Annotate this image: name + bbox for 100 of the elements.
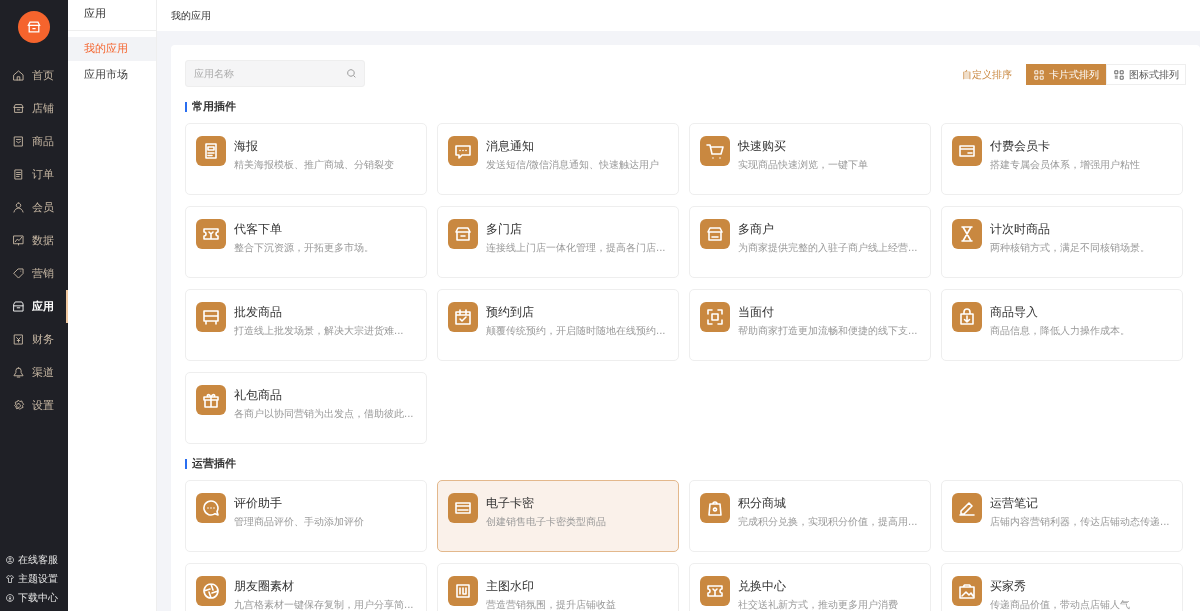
card-description: 店铺内容营销利器，传达店铺动态传递... bbox=[990, 515, 1171, 529]
card-title: 消息通知 bbox=[486, 138, 535, 155]
footer-link[interactable]: 下载中心 bbox=[5, 591, 68, 605]
plugin-card[interactable]: 电子卡密 创建销售电子卡密类型商品 bbox=[437, 480, 679, 552]
nav-item[interactable]: 财务 bbox=[0, 323, 68, 356]
photo-icon bbox=[952, 576, 982, 606]
download-icon bbox=[5, 593, 15, 603]
bag-icon bbox=[700, 493, 730, 523]
plugin-card[interactable]: 预约到店 颠覆传统预约，开启随时随地在线预约... bbox=[437, 289, 679, 361]
nav-item[interactable]: 渠道 bbox=[0, 356, 68, 389]
plugin-card[interactable]: 运营笔记 店铺内容营销利器，传达店铺动态传递... bbox=[941, 480, 1183, 552]
card-title: 付费会员卡 bbox=[990, 138, 1051, 155]
page-title: 我的应用 bbox=[171, 8, 211, 23]
nav-item[interactable]: 店铺 bbox=[0, 92, 68, 125]
card-description: 为商家提供完整的入驻子商户线上经营... bbox=[738, 241, 919, 255]
card-title: 多商户 bbox=[738, 221, 775, 238]
nav-item[interactable]: 设置 bbox=[0, 389, 68, 422]
store-icon bbox=[12, 102, 25, 115]
plugin-card[interactable]: 评价助手 管理商品评价、手动添加评价 bbox=[185, 480, 427, 552]
plugin-card[interactable]: 兑换中心 社交送礼新方式，推动更多用户消费 bbox=[689, 563, 931, 611]
chart-icon bbox=[12, 234, 25, 247]
card-title: 兑换中心 bbox=[738, 578, 787, 595]
nav-item[interactable]: 首页 bbox=[0, 59, 68, 92]
bell-icon bbox=[12, 366, 25, 379]
plugin-card[interactable]: 买家秀 传递商品价值，带动点店铺人气 bbox=[941, 563, 1183, 611]
plugin-card[interactable]: 消息通知 发送短信/微信消息通知、快速触达用户 bbox=[437, 123, 679, 195]
ticket-icon bbox=[196, 219, 226, 249]
card-title: 礼包商品 bbox=[234, 387, 283, 404]
plugin-card[interactable]: 计次时商品 两种核销方式，满足不同核销场景。 bbox=[941, 206, 1183, 278]
settings-icon bbox=[12, 399, 25, 412]
avatar-icon bbox=[5, 555, 15, 565]
panel-title: 应用 bbox=[68, 0, 156, 31]
card-icon bbox=[448, 493, 478, 523]
gift-icon bbox=[196, 385, 226, 415]
card-title: 评价助手 bbox=[234, 495, 283, 512]
card-description: 完成积分兑换，实现积分价值，提高用... bbox=[738, 515, 919, 529]
nav-item[interactable]: 会员 bbox=[0, 191, 68, 224]
download-icon bbox=[952, 302, 982, 332]
plugin-card[interactable]: 批发商品 打造线上批发场景，解决大宗进货难... bbox=[185, 289, 427, 361]
footer-link[interactable]: 在线客服 bbox=[5, 553, 68, 567]
card-title: 电子卡密 bbox=[486, 495, 535, 512]
card-description: 管理商品评价、手动添加评价 bbox=[234, 515, 365, 529]
store-icon bbox=[448, 219, 478, 249]
tag-icon bbox=[12, 267, 25, 280]
subnav-item[interactable]: 应用市场 bbox=[68, 63, 156, 87]
footer-link[interactable]: 主题设置 bbox=[5, 572, 68, 586]
plugin-card[interactable]: 多门店 连接线上门店一体化管理，提高各门店... bbox=[437, 206, 679, 278]
card-description: 各商户以协同营销为出发点，借助彼此... bbox=[234, 407, 415, 421]
card-title: 代客下单 bbox=[234, 221, 283, 238]
card-description: 发送短信/微信消息通知、快速触达用户 bbox=[486, 158, 661, 172]
section-title: 常用插件 bbox=[192, 99, 236, 114]
plugin-card[interactable]: 主图水印 营造营销氛围，提升店铺收益 bbox=[437, 563, 679, 611]
nav-item[interactable]: 营销 bbox=[0, 257, 68, 290]
plugin-card[interactable]: 礼包商品 各商户以协同营销为出发点，借助彼此... bbox=[185, 372, 427, 444]
view-toggle-button[interactable]: 图标式排列 bbox=[1106, 64, 1186, 85]
search-icon bbox=[346, 68, 357, 79]
chat-icon bbox=[196, 493, 226, 523]
card-description: 打造线上批发场景，解决大宗进货难... bbox=[234, 324, 405, 338]
card-title: 当面付 bbox=[738, 304, 775, 321]
card-description: 两种核销方式，满足不同核销场景。 bbox=[990, 241, 1151, 255]
list-grid-icon bbox=[1113, 68, 1125, 81]
aperture-icon bbox=[196, 576, 226, 606]
card-description: 实现商品快速浏览，一键下单 bbox=[738, 158, 869, 172]
card-title: 朋友圈素材 bbox=[234, 578, 295, 595]
plugin-card[interactable]: 商品导入 商品信息，降低人力操作成本。 bbox=[941, 289, 1183, 361]
plugin-card[interactable]: 快速购买 实现商品快速浏览，一键下单 bbox=[689, 123, 931, 195]
card-icon bbox=[952, 136, 982, 166]
ticket-icon bbox=[700, 576, 730, 606]
card-title: 海报 bbox=[234, 138, 259, 155]
plugin-card[interactable]: 当面付 帮助商家打造更加流畅和便捷的线下支... bbox=[689, 289, 931, 361]
search-field[interactable]: 应用名称 bbox=[185, 60, 365, 87]
yen-icon bbox=[12, 333, 25, 346]
nav-item[interactable]: 订单 bbox=[0, 158, 68, 191]
plugin-card[interactable]: 朋友圈素材 九宫格素材一键保存复制，用户分享简... bbox=[185, 563, 427, 611]
plugin-card[interactable]: 多商户 为商家提供完整的入驻子商户线上经营... bbox=[689, 206, 931, 278]
shelf-icon bbox=[196, 302, 226, 332]
card-title: 快速购买 bbox=[738, 138, 787, 155]
scan-icon bbox=[700, 302, 730, 332]
plugin-card[interactable]: 代客下单 整合下沉资源，开拓更多市场。 bbox=[185, 206, 427, 278]
shirt-icon bbox=[5, 574, 15, 584]
card-title: 运营笔记 bbox=[990, 495, 1039, 512]
plugin-card[interactable]: 海报 精美海报模板、推广商城、分销裂变 bbox=[185, 123, 427, 195]
plugin-card[interactable]: 积分商城 完成积分兑换，实现积分价值，提高用... bbox=[689, 480, 931, 552]
card-description: 整合下沉资源，开拓更多市场。 bbox=[234, 241, 375, 255]
card-title: 积分商城 bbox=[738, 495, 787, 512]
chat-icon bbox=[448, 136, 478, 166]
card-description: 营造营销氛围，提升店铺收益 bbox=[486, 598, 617, 611]
card-description: 帮助商家打造更加流畅和便捷的线下支... bbox=[738, 324, 919, 338]
plugin-card[interactable]: 付费会员卡 搭建专属会员体系，增强用户粘性 bbox=[941, 123, 1183, 195]
card-title: 主图水印 bbox=[486, 578, 535, 595]
nav-item[interactable]: 数据 bbox=[0, 224, 68, 257]
card-description: 颠覆传统预约，开启随时随地在线预约... bbox=[486, 324, 667, 338]
home-icon bbox=[12, 69, 25, 82]
card-description: 传递商品价值，带动点店铺人气 bbox=[990, 598, 1131, 611]
card-title: 商品导入 bbox=[990, 304, 1039, 321]
cart-icon bbox=[700, 136, 730, 166]
store-icon bbox=[700, 219, 730, 249]
nav-item[interactable]: 商品 bbox=[0, 125, 68, 158]
logo-icon bbox=[18, 11, 50, 43]
card-description: 连接线上门店一体化管理，提高各门店... bbox=[486, 241, 667, 255]
